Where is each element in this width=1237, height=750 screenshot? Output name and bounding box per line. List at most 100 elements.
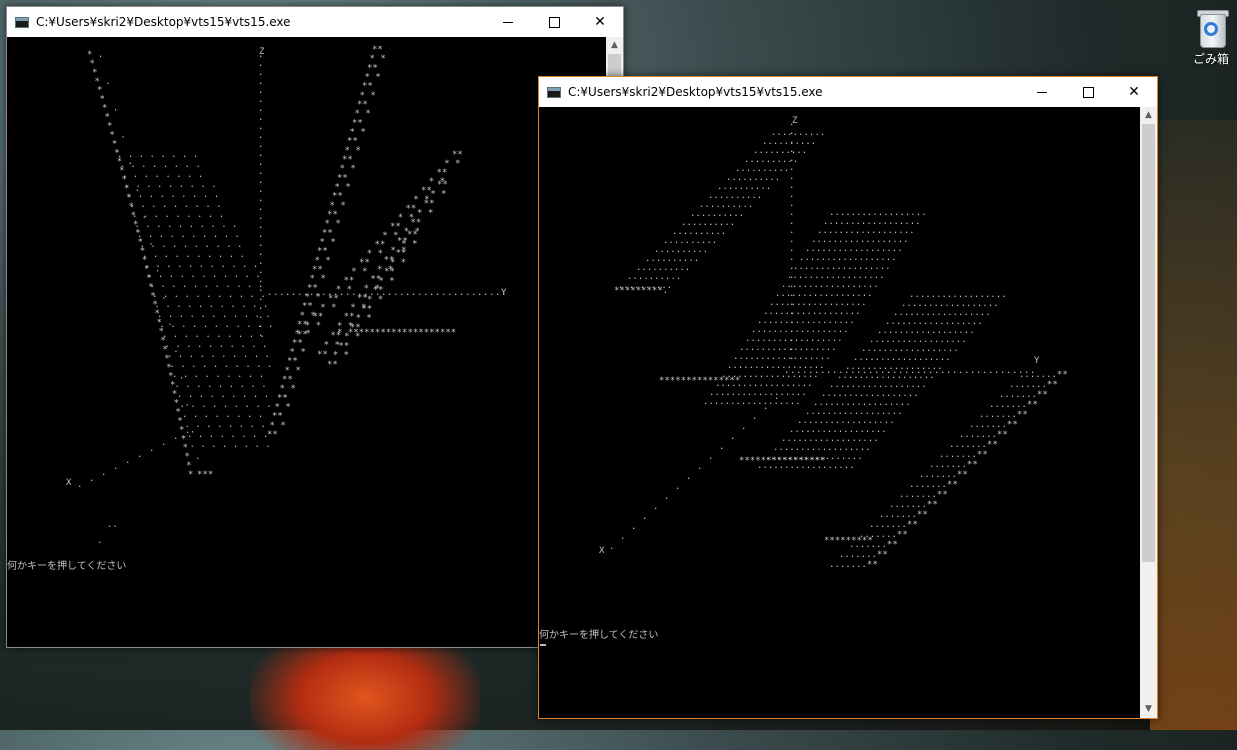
- axis-dot: .: [664, 492, 669, 502]
- axis-dot: .: [465, 288, 470, 298]
- plot-star: .......**: [989, 400, 1038, 410]
- axis-dot: .: [922, 366, 927, 376]
- plot-dots: . . . . . . . .: [117, 150, 198, 160]
- console-window-1[interactable]: C:¥Users¥skri2¥Desktop¥vts15¥vts15.exe ✕…: [6, 6, 624, 648]
- axis-dot: .: [411, 288, 416, 298]
- axis-dot: .: [357, 288, 362, 298]
- axis-dot: .: [113, 462, 118, 472]
- plot-star: .......**: [999, 390, 1048, 400]
- scroll-thumb[interactable]: [1142, 124, 1155, 562]
- plot-star: .......**: [1009, 380, 1058, 390]
- plot-dots: . . . . . . . . .: [172, 370, 264, 380]
- plot-star: *********: [824, 536, 873, 546]
- axis-dot: .: [309, 288, 314, 298]
- x-axis-label: X: [66, 478, 72, 488]
- plot-star: *: [188, 470, 193, 480]
- console-window-2[interactable]: C:¥Users¥skri2¥Desktop¥vts15¥vts15.exe ✕…: [538, 76, 1158, 719]
- axis-dot: .: [351, 288, 356, 298]
- plot-dots: . . . . . . . . . . .: [160, 320, 274, 330]
- axis-dot: .: [339, 288, 344, 298]
- axis-dot: .: [958, 366, 963, 376]
- axis-dot: .: [273, 288, 278, 298]
- axis-dot: .: [453, 288, 458, 298]
- axis-dot: .: [994, 366, 999, 376]
- axis-dot: .: [1024, 366, 1029, 376]
- axis-dot: .: [892, 366, 897, 376]
- axis-dot: .: [267, 288, 272, 298]
- axis-dot: .: [327, 288, 332, 298]
- axis-dot: .: [631, 522, 636, 532]
- axis-dot: .: [477, 288, 482, 298]
- axis-dot: .: [125, 456, 130, 466]
- minimize-button[interactable]: [485, 7, 531, 37]
- plot-dots: . . . . . . . . . . .: [150, 280, 264, 290]
- plot-dots: . . . . . . . . .: [125, 180, 217, 190]
- x-axis-label: X: [599, 546, 605, 556]
- axis-dot: .: [285, 288, 290, 298]
- plot-dots: . . . . . . . . .: [180, 400, 272, 410]
- axis-dot: .: [934, 366, 939, 376]
- axis-dot: .: [149, 444, 154, 454]
- axis-dot: .: [1006, 366, 1011, 376]
- plot-star: .......**: [949, 440, 998, 450]
- title-bar[interactable]: C:¥Users¥skri2¥Desktop¥vts15¥vts15.exe ✕: [7, 7, 623, 37]
- scroll-up-icon[interactable]: ▲: [1140, 107, 1157, 124]
- plot-dots: . . . . . . . . .: [177, 390, 269, 400]
- axis-dot: .: [77, 480, 82, 490]
- axis-dot: .: [620, 532, 625, 542]
- axis-dot: .: [459, 288, 464, 298]
- axis-dot: .: [964, 366, 969, 376]
- close-button[interactable]: ✕: [577, 7, 623, 37]
- minimize-button[interactable]: [1019, 77, 1065, 107]
- plot-star: ****************: [739, 456, 826, 466]
- console-output: ................................ * . * * * .…: [7, 37, 606, 647]
- plot-star: .......**: [929, 460, 978, 470]
- maximize-button[interactable]: [531, 7, 577, 37]
- axis-dot: .: [868, 366, 873, 376]
- key-prompt: 何かキーを押してください: [539, 630, 659, 641]
- plot-star: **: [297, 330, 308, 340]
- axis-dot: .: [898, 366, 903, 376]
- maximize-button[interactable]: [1065, 77, 1111, 107]
- close-button[interactable]: ✕: [1111, 77, 1157, 107]
- console-output: ........................................…: [539, 107, 1140, 718]
- title-bar[interactable]: C:¥Users¥skri2¥Desktop¥vts15¥vts15.exe ✕: [539, 77, 1157, 107]
- axis-dot: .: [886, 366, 891, 376]
- plot-dots: . . . . . . . .: [182, 410, 263, 420]
- axis-dot: .: [489, 288, 494, 298]
- minimize-icon: [1037, 91, 1047, 93]
- axis-dot: .: [447, 288, 452, 298]
- axis-dot: .: [1030, 366, 1035, 376]
- axis-dot: .: [719, 442, 724, 452]
- axis-dot: ..: [107, 520, 118, 530]
- plot-dots: . . . . . . . . . .: [140, 240, 243, 250]
- plot-star: .......**: [839, 550, 888, 560]
- scroll-down-icon[interactable]: ▼: [1140, 701, 1157, 718]
- axis-dot: .: [429, 288, 434, 298]
- axis-dot: .: [483, 288, 488, 298]
- plot-dots: . . . . . . . . . . .: [157, 310, 271, 320]
- axis-dot: .: [940, 366, 945, 376]
- axis-dot: .: [763, 402, 768, 412]
- minimize-icon: [503, 21, 513, 23]
- axis-dot: .: [730, 432, 735, 442]
- vertical-scrollbar[interactable]: ▲ ▼: [1140, 107, 1157, 718]
- axis-dot: .: [928, 366, 933, 376]
- axis-dot: .: [653, 502, 658, 512]
- axis-dot: .: [802, 366, 807, 376]
- recycle-bin-label: ごみ箱: [1192, 52, 1229, 66]
- axis-dot: .: [976, 366, 981, 376]
- axis-dot: .: [381, 288, 386, 298]
- axis-dot: .: [417, 288, 422, 298]
- axis-dot: .: [982, 366, 987, 376]
- scroll-up-icon[interactable]: ▲: [606, 37, 623, 54]
- plot-dots: . . . . . . . . . . .: [147, 270, 261, 280]
- plot-dots: . . . . . . . . . .: [135, 220, 238, 230]
- axis-dot: .: [808, 366, 813, 376]
- recycle-bin-shortcut[interactable]: ごみ箱: [1186, 8, 1236, 67]
- wallpaper-right: [1150, 120, 1237, 730]
- plot-star: .......**: [829, 560, 878, 570]
- axis-dot: .: [315, 288, 320, 298]
- axis-dot: .: [297, 288, 302, 298]
- axis-dot: .: [741, 422, 746, 432]
